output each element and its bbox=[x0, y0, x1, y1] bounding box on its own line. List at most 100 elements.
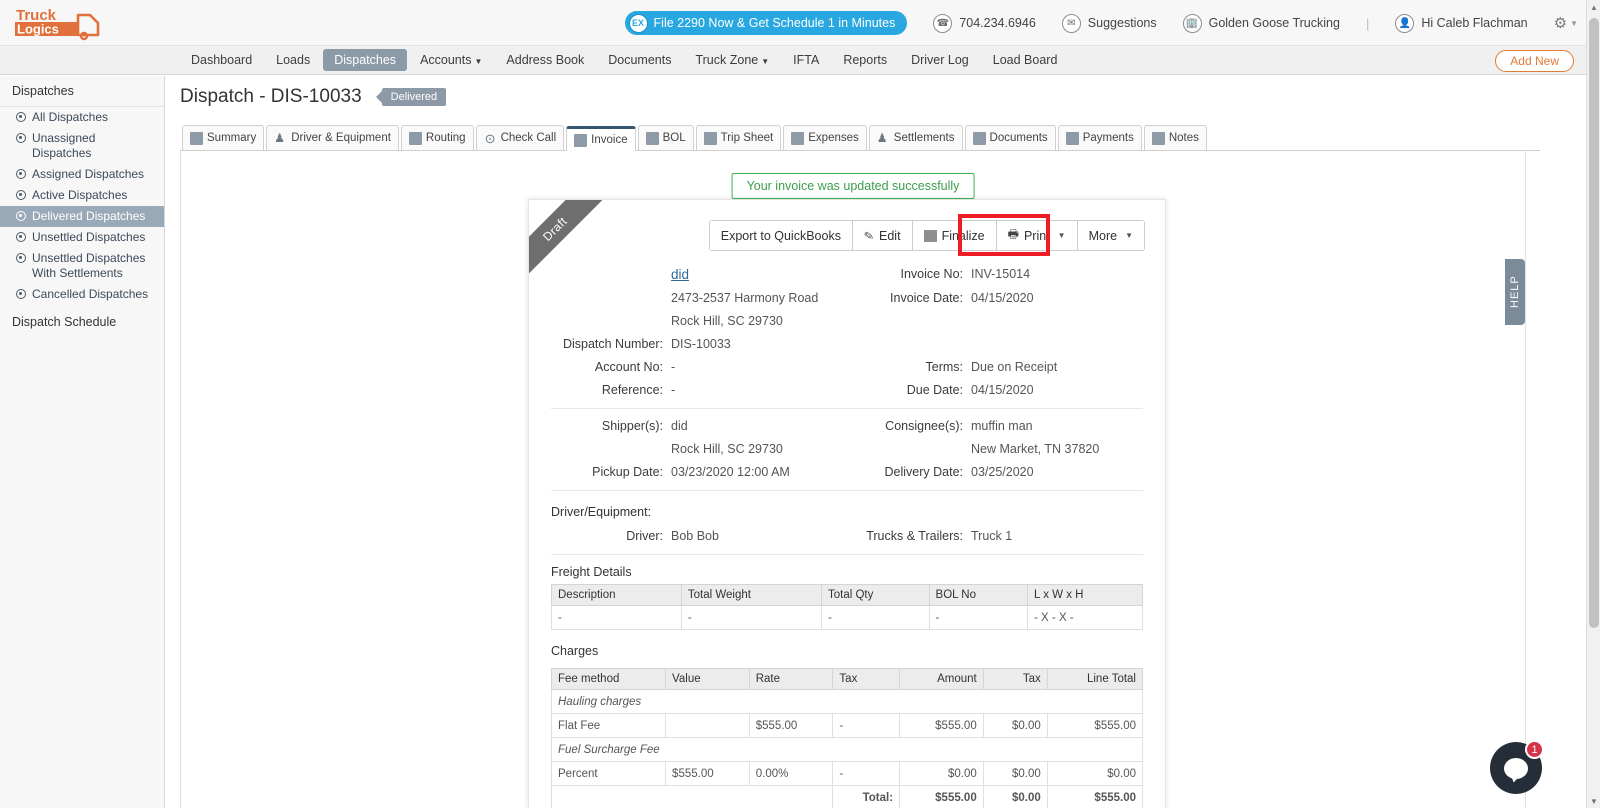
charges-cell-tax2: $0.00 bbox=[982, 761, 1048, 786]
charges-group-row: Hauling charges bbox=[551, 689, 1143, 714]
pickup-date-value: 03/23/2020 12:00 AM bbox=[671, 465, 790, 479]
driver-equipment-title: Driver/Equipment: bbox=[551, 505, 652, 519]
nav-item-address-book[interactable]: Address Book bbox=[495, 49, 595, 71]
tab-invoice[interactable]: Invoice bbox=[566, 126, 636, 151]
chat-widget-button[interactable]: 1 bbox=[1490, 740, 1544, 794]
dispatch-number-value: DIS-10033 bbox=[671, 337, 731, 351]
finalize-button[interactable]: Finalize bbox=[912, 221, 997, 250]
user-menu[interactable]: 👤 Hi Caleb Flachman bbox=[1395, 13, 1528, 33]
charges-title: Charges bbox=[551, 644, 599, 658]
tab-settlements[interactable]: ♟ Settlements bbox=[868, 125, 963, 150]
nav-item-dispatches[interactable]: Dispatches bbox=[323, 49, 408, 71]
tab-routing[interactable]: Routing bbox=[400, 125, 474, 150]
sidebar-item-active-dispatches[interactable]: Active Dispatches bbox=[0, 185, 164, 206]
tab-expenses[interactable]: Expenses bbox=[783, 125, 867, 150]
tab-check-call[interactable]: ⊙ Check Call bbox=[475, 125, 565, 150]
file-2290-promo-button[interactable]: EX File 2290 Now & Get Schedule 1 in Min… bbox=[624, 11, 908, 35]
edit-button[interactable]: ✎ Edit bbox=[852, 221, 913, 250]
tab-bol[interactable]: BOL bbox=[637, 125, 694, 150]
customer-link[interactable]: did bbox=[671, 267, 689, 282]
charges-group-label: Fuel Surcharge Fee bbox=[551, 737, 1143, 762]
divider bbox=[551, 408, 1143, 409]
app-page: Truck Logics EX File 2290 Now & Get Sche… bbox=[0, 0, 1600, 808]
sidebar-item-delivered-dispatches[interactable]: Delivered Dispatches bbox=[0, 206, 164, 227]
nav-item-dashboard[interactable]: Dashboard bbox=[180, 49, 263, 71]
ex-badge-icon: EX bbox=[628, 13, 648, 33]
envelope-icon: ✉ bbox=[1061, 13, 1081, 33]
sidebar-item-all-dispatches[interactable]: All Dispatches bbox=[0, 107, 164, 128]
header-right-group: EX File 2290 Now & Get Schedule 1 in Min… bbox=[624, 0, 1578, 46]
page-title-row: Dispatch - DIS-10033 Delivered bbox=[166, 76, 1540, 108]
nav-item-label: Load Board bbox=[992, 53, 1058, 67]
sidebar-item-label: Assigned Dispatches bbox=[32, 167, 145, 181]
trucklogics-logo[interactable]: Truck Logics bbox=[12, 3, 112, 43]
divider bbox=[551, 490, 1143, 491]
freight-col-header: Total Weight bbox=[680, 584, 823, 606]
charges-cell-tax2: $0.00 bbox=[982, 713, 1048, 738]
user-greeting-label: Hi Caleb Flachman bbox=[1421, 16, 1528, 30]
sidebar-item-label: Unassigned Dispatches bbox=[32, 131, 96, 160]
sidebar-item-assigned-dispatches[interactable]: Assigned Dispatches bbox=[0, 164, 164, 185]
delivery-date-label: Delivery Date: bbox=[884, 465, 964, 479]
charges-col-header: Tax bbox=[832, 668, 901, 690]
invoice-sheet: Draft Export to QuickBooks ✎ Edit Finali… bbox=[528, 199, 1166, 808]
sidebar-subheading-dispatch-schedule[interactable]: Dispatch Schedule bbox=[0, 305, 164, 333]
export-to-quickbooks-button[interactable]: Export to QuickBooks bbox=[709, 221, 853, 250]
map-pin-icon: ⊙ bbox=[484, 130, 496, 146]
help-tab[interactable]: HELP bbox=[1505, 259, 1525, 325]
sidebar-item-unassigned-dispatches[interactable]: Unassigned Dispatches bbox=[0, 128, 164, 164]
tab-trip-sheet[interactable]: Trip Sheet bbox=[695, 125, 782, 150]
freight-col-header: Total Qty bbox=[821, 584, 930, 606]
nav-item-ifta[interactable]: IFTA bbox=[782, 49, 830, 71]
sidebar-item-label: Active Dispatches bbox=[32, 188, 128, 202]
tab-driver-equipment[interactable]: ♟ Driver & Equipment bbox=[266, 125, 399, 150]
more-button[interactable]: More ▼ bbox=[1077, 221, 1144, 250]
tab-payments[interactable]: Payments bbox=[1057, 125, 1142, 150]
scroll-up-arrow-icon[interactable]: ▲ bbox=[1587, 0, 1600, 14]
consignee-city: New Market, TN 37820 bbox=[971, 442, 1100, 456]
charges-group-label: Hauling charges bbox=[551, 689, 1143, 714]
nav-item-load-board[interactable]: Load Board bbox=[982, 49, 1069, 71]
nav-item-accounts[interactable]: Accounts ▼ bbox=[409, 49, 493, 71]
spacer bbox=[550, 785, 834, 808]
company-selector[interactable]: 🏢 Golden Goose Trucking bbox=[1182, 13, 1340, 33]
shipper-consignee-fields: Shipper(s): did Consignee(s): muffin man… bbox=[551, 419, 1143, 479]
scrollbar-thumb[interactable] bbox=[1589, 18, 1599, 628]
phone-number[interactable]: ☎ 704.234.6946 bbox=[933, 13, 1036, 33]
nav-item-label: Truck Zone bbox=[695, 53, 759, 67]
charges-table-body: Hauling charges Flat Fee $555.00- $555.00 $0… bbox=[550, 689, 1144, 808]
payments-icon bbox=[1065, 131, 1079, 145]
sidebar-item-unsettled-dispatches-with-settlements[interactable]: Unsettled Dispatches With Settlements bbox=[0, 248, 164, 284]
tab-documents[interactable]: Documents bbox=[964, 125, 1056, 150]
sidebar-item-unsettled-dispatches[interactable]: Unsettled Dispatches bbox=[0, 227, 164, 248]
trucks-trailers-value: Truck 1 bbox=[971, 529, 1013, 543]
browser-scrollbar[interactable]: ▲ ▼ bbox=[1586, 0, 1600, 808]
add-new-button[interactable]: Add New bbox=[1495, 50, 1574, 72]
freight-cell: - bbox=[680, 605, 823, 630]
trucks-trailers-label: Trucks & Trailers: bbox=[866, 529, 963, 543]
suggestions-link[interactable]: ✉ Suggestions bbox=[1061, 13, 1157, 33]
nav-item-driver-log[interactable]: Driver Log bbox=[900, 49, 980, 71]
freight-col-header: BOL No bbox=[928, 584, 1029, 606]
reference-value: - bbox=[671, 383, 676, 397]
tab-summary[interactable]: Summary bbox=[182, 125, 265, 150]
nav-item-documents[interactable]: Documents bbox=[597, 49, 682, 71]
company-label: Golden Goose Trucking bbox=[1208, 16, 1340, 30]
customer-name: did bbox=[671, 267, 861, 282]
sidebar-item-cancelled-dispatches[interactable]: Cancelled Dispatches bbox=[0, 284, 164, 305]
freight-table-header-row: Description Total Weight Total Qty BOL No L … bbox=[551, 584, 1143, 606]
print-button[interactable]: 🖶 Print ▼ bbox=[996, 221, 1078, 250]
charges-total-row: Total: $555.00 $0.00 $555.00 bbox=[550, 785, 1144, 808]
scroll-down-arrow-icon[interactable]: ▼ bbox=[1587, 794, 1600, 808]
trip-sheet-icon bbox=[703, 131, 717, 145]
radio-bullet-icon bbox=[16, 133, 26, 143]
shipper-city: Rock Hill, SC 29730 bbox=[671, 442, 783, 456]
nav-item-loads[interactable]: Loads bbox=[265, 49, 321, 71]
settings-menu[interactable]: ⚙ ▼ bbox=[1554, 14, 1578, 32]
nav-item-truck-zone[interactable]: Truck Zone ▼ bbox=[684, 49, 780, 71]
charges-total-tax: $0.00 bbox=[982, 785, 1048, 808]
radio-bullet-icon bbox=[16, 190, 26, 200]
nav-item-reports[interactable]: Reports bbox=[832, 49, 898, 71]
tab-notes[interactable]: Notes bbox=[1143, 125, 1207, 150]
due-date-value: 04/15/2020 bbox=[971, 383, 1034, 397]
